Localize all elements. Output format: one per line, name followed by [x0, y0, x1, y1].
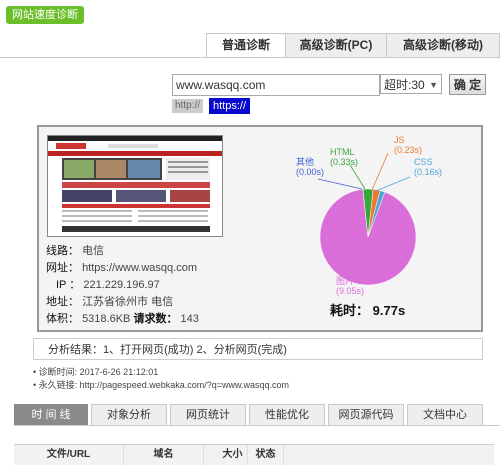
tab-page-source[interactable]: 网页源代码: [328, 404, 404, 426]
pie-label-图片: 图片: [336, 275, 354, 286]
protocol-http-option[interactable]: http://: [172, 99, 204, 113]
pie-label-JS: JS: [394, 135, 405, 145]
size-row: 体积： 5318.6KB 请求数： 143: [46, 311, 199, 327]
col-domain: 域名: [124, 445, 204, 465]
pie-label-HTML: HTML: [330, 147, 355, 157]
tabs-divider: [0, 57, 500, 58]
tab-advanced-pc[interactable]: 高级诊断(PC): [285, 33, 387, 57]
requests-label: 请求数：: [133, 313, 178, 325]
bottom-tabs-divider: [14, 425, 500, 426]
pie-value-图片: (9.05s): [336, 286, 364, 296]
url-value: https://www.wasqq.com: [82, 262, 197, 274]
tab-normal-diagnosis[interactable]: 普通诊断: [206, 33, 286, 57]
size-value: 5318.6KB: [82, 313, 131, 325]
permalink[interactable]: • 永久链接: http://pagespeed.webkaka.com/?q=…: [33, 379, 289, 391]
pie-leader-JS: [371, 152, 389, 191]
address-value: 江苏省徐州市 电信: [82, 296, 174, 308]
ip-value: 221.229.196.97: [83, 279, 160, 291]
col-status: 状态: [248, 445, 284, 465]
url-label: 网址：: [46, 262, 79, 274]
pie-leader-CSS: [375, 176, 411, 192]
pie-value-JS: (0.23s): [394, 145, 422, 155]
analysis-result: 分析结果：1、打开网页(成功) 2、分析网页(完成): [33, 338, 483, 360]
total-time-value: 9.77s: [372, 303, 406, 318]
chevron-down-icon: ▼: [429, 80, 438, 90]
ip-row: IP ： 221.229.196.97: [46, 277, 160, 293]
pie-label-其他: 其他: [296, 156, 314, 167]
total-time-label: 耗时：: [330, 303, 370, 318]
diagnosis-time: • 诊断时间: 2017-6-26 21:12:01: [33, 367, 159, 377]
timeout-selected-value: 超时:30: [384, 78, 425, 92]
route-row: 线路： 电信: [46, 243, 104, 259]
pie-value-CSS: (0.16s): [414, 167, 442, 177]
tab-timeline[interactable]: 时 间 线: [14, 404, 88, 426]
tab-performance[interactable]: 性能优化: [249, 404, 325, 426]
pie-leader-HTML: [349, 164, 366, 190]
col-spacer: [204, 445, 218, 465]
tab-advanced-mobile[interactable]: 高级诊断(移动): [386, 33, 500, 57]
address-label: 地址：: [46, 296, 79, 308]
confirm-button[interactable]: 确 定: [449, 74, 486, 95]
pie-leader-其他: [317, 178, 363, 190]
page-title: 网站速度诊断: [6, 6, 84, 24]
pie-value-HTML: (0.33s): [330, 157, 358, 167]
route-label: 线路：: [46, 245, 79, 257]
url-row: 网址： https://www.wasqq.com: [46, 260, 197, 276]
requests-value: 143: [180, 313, 199, 325]
tab-object-analysis[interactable]: 对象分析: [91, 404, 167, 426]
tab-docs[interactable]: 文档中心: [407, 404, 483, 426]
size-label: 体积：: [46, 313, 79, 325]
pie-label-CSS: CSS: [414, 157, 433, 167]
total-time: 耗时： 9.77s: [330, 300, 405, 319]
address-row: 地址： 江苏省徐州市 电信: [46, 294, 173, 310]
website-thumbnail: [47, 135, 223, 237]
analysis-tabs: 时 间 线 对象分析 网页统计 性能优化 网页源代码 文档中心: [14, 404, 486, 426]
load-time-pie-chart: 图片(9.05s) 其他(0.00s) HTML(0.33s) JS(0.23s) CS…: [296, 135, 442, 296]
protocol-https-option[interactable]: https://: [209, 98, 251, 114]
url-input[interactable]: [172, 74, 380, 96]
route-value: 电信: [82, 245, 105, 257]
table-header: 文件/URL 域名 大小 状态: [14, 444, 494, 465]
ip-label: IP ：: [56, 279, 81, 291]
pie-value-其他: (0.00s): [296, 167, 324, 177]
tab-page-stats[interactable]: 网页统计: [170, 404, 246, 426]
timeout-select[interactable]: 超时:30 ▼: [380, 74, 442, 94]
diagnosis-tabs: 普通诊断 高级诊断(PC) 高级诊断(移动): [206, 33, 500, 57]
col-size: 大小: [218, 445, 248, 465]
col-file-url: 文件/URL: [14, 445, 124, 465]
